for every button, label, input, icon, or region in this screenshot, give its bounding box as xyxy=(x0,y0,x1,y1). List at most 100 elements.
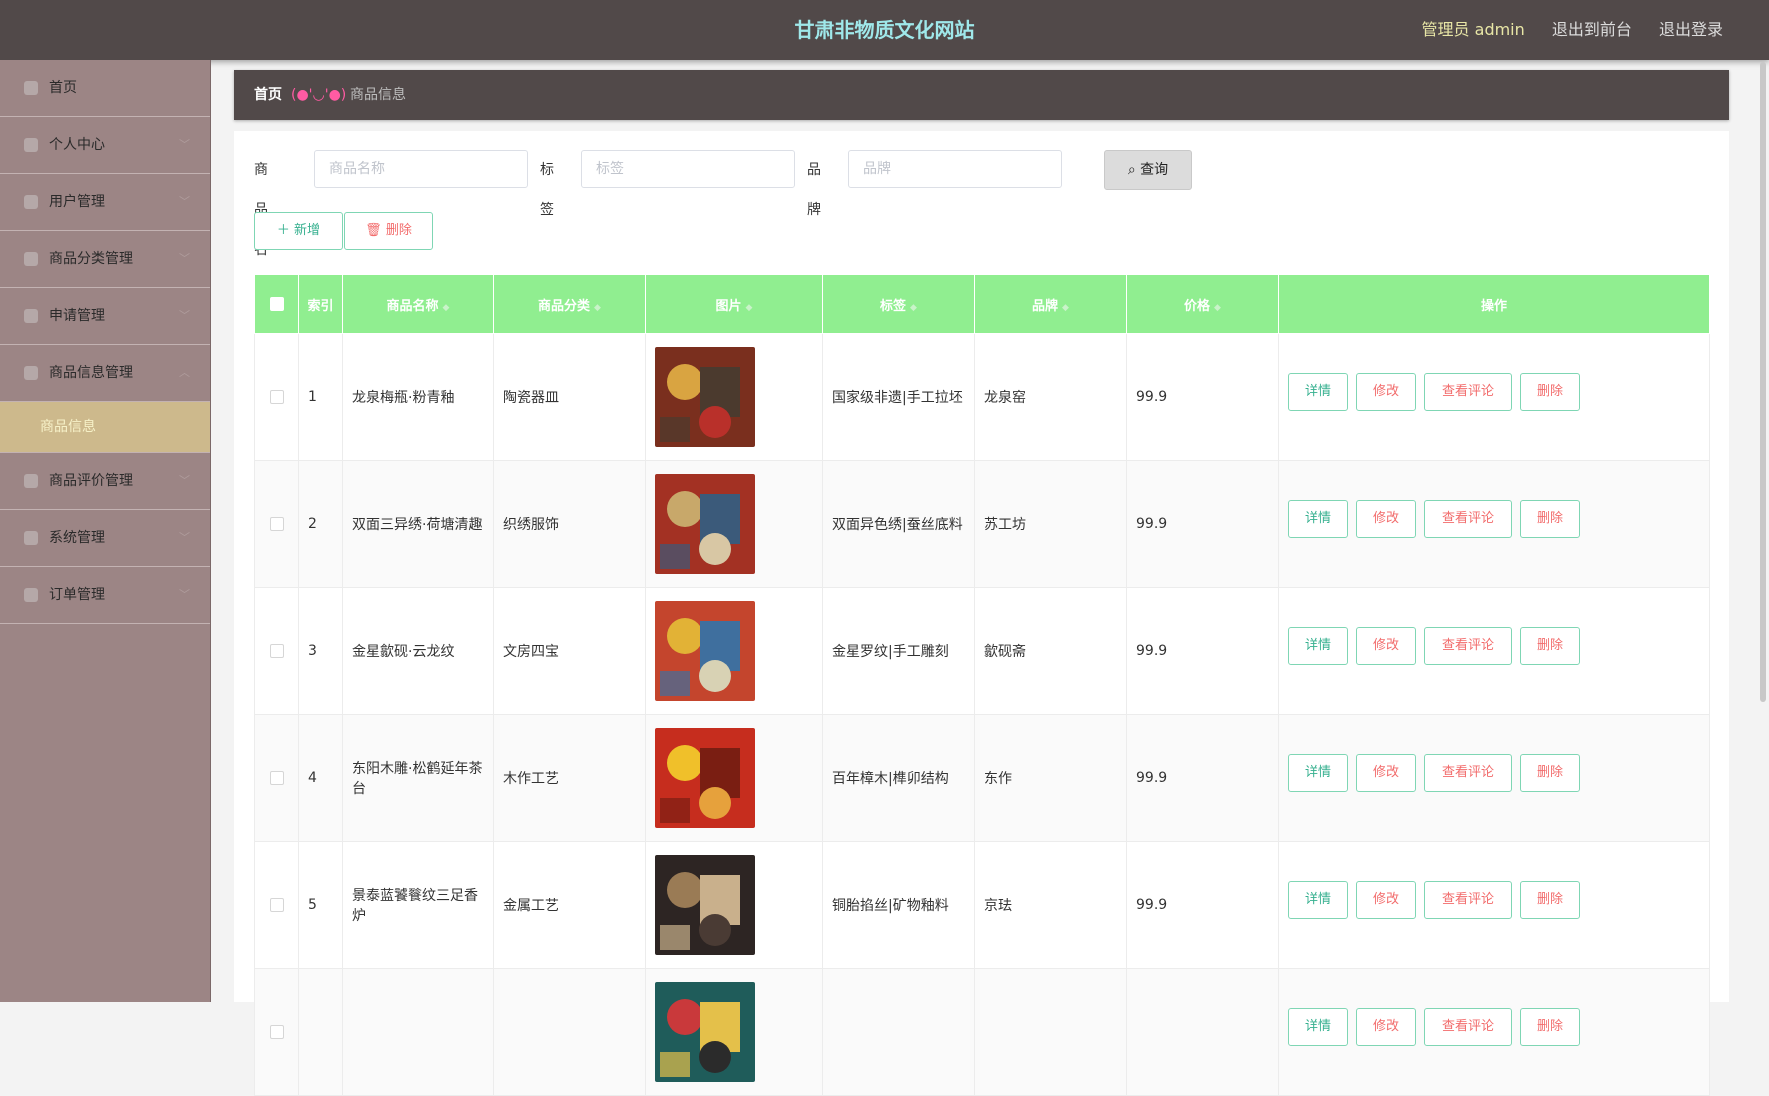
category-cell: 金属工艺 xyxy=(493,841,646,969)
operation-buttons: 详情 修改 查看评论 删除 xyxy=(1288,754,1700,802)
brand-input[interactable] xyxy=(848,150,1062,188)
edit-button[interactable]: 修改 xyxy=(1356,627,1416,665)
header-brand[interactable]: 品牌 ◆ xyxy=(974,274,1127,334)
sidebar-item-label: 申请管理 xyxy=(49,308,105,324)
detail-button[interactable]: 详情 xyxy=(1288,881,1348,919)
chevron-up-icon: ︿ xyxy=(179,366,190,379)
header-name[interactable]: 商品名称 ◆ xyxy=(342,274,494,334)
detail-button[interactable]: 详情 xyxy=(1288,754,1348,792)
name-input[interactable] xyxy=(314,150,528,188)
header-image[interactable]: 图片 ◆ xyxy=(645,274,823,334)
sidebar-item-home[interactable]: 首页 xyxy=(0,60,210,117)
chevron-down-icon: ﹀ xyxy=(179,252,190,265)
image-cell xyxy=(645,333,823,461)
sort-icon[interactable]: ◆ xyxy=(1062,303,1069,313)
detail-button[interactable]: 详情 xyxy=(1288,627,1348,665)
image-cell xyxy=(645,587,823,715)
trash-icon: 🗑 xyxy=(365,223,382,238)
view-comments-button[interactable]: 查看评论 xyxy=(1424,373,1512,411)
price-cell: 99.9 xyxy=(1126,460,1279,588)
page-scrollbar[interactable] xyxy=(1760,62,1766,702)
order-icon xyxy=(24,588,38,602)
view-comments-button[interactable]: 查看评论 xyxy=(1424,754,1512,792)
admin-label: 管理员 admin xyxy=(1421,20,1525,39)
header-select-all[interactable] xyxy=(254,274,299,334)
sidebar-item-label: 订单管理 xyxy=(49,587,105,603)
row-delete-button[interactable]: 删除 xyxy=(1520,627,1580,665)
sort-icon[interactable]: ◆ xyxy=(746,303,753,313)
users-icon xyxy=(24,195,38,209)
sidebar-item-label: 个人中心 xyxy=(49,137,105,153)
category-cell: 陶瓷器皿 xyxy=(493,333,646,461)
header-category[interactable]: 商品分类 ◆ xyxy=(493,274,646,334)
row-delete-button[interactable]: 删除 xyxy=(1520,881,1580,919)
row-delete-button[interactable]: 删除 xyxy=(1520,373,1580,411)
name-cell: 龙泉梅瓶·粉青釉 xyxy=(342,333,494,461)
sidebar-item-goods[interactable]: 商品信息管理 ︿ xyxy=(0,345,210,402)
header-tags[interactable]: 标签 ◆ xyxy=(822,274,975,334)
logout-link[interactable]: 退出登录 xyxy=(1659,20,1723,39)
detail-button[interactable]: 详情 xyxy=(1288,373,1348,411)
view-comments-button[interactable]: 查看评论 xyxy=(1424,627,1512,665)
edit-button[interactable]: 修改 xyxy=(1356,1008,1416,1046)
edit-button[interactable]: 修改 xyxy=(1356,500,1416,538)
edit-button[interactable]: 修改 xyxy=(1356,881,1416,919)
row-checkbox[interactable] xyxy=(269,390,284,404)
image-cell xyxy=(645,841,823,969)
operation-buttons: 详情 修改 查看评论 删除 xyxy=(1288,881,1700,929)
header-price[interactable]: 价格 ◆ xyxy=(1126,274,1279,334)
edit-button[interactable]: 修改 xyxy=(1356,373,1416,411)
detail-button[interactable]: 详情 xyxy=(1288,1008,1348,1046)
row-select-cell[interactable] xyxy=(254,968,299,1096)
row-checkbox[interactable] xyxy=(269,1025,284,1039)
delete-button[interactable]: 🗑 删除 xyxy=(344,212,433,250)
row-checkbox[interactable] xyxy=(269,517,284,531)
edit-button[interactable]: 修改 xyxy=(1356,754,1416,792)
row-select-cell[interactable] xyxy=(254,460,299,588)
view-comments-button[interactable]: 查看评论 xyxy=(1424,881,1512,919)
sort-icon[interactable]: ◆ xyxy=(594,303,601,313)
operations-cell: 详情 修改 查看评论 删除 xyxy=(1278,587,1710,715)
sidebar-item-users[interactable]: 用户管理 ﹀ xyxy=(0,174,210,231)
index-cell: 3 xyxy=(298,587,343,715)
row-delete-button[interactable]: 删除 xyxy=(1520,1008,1580,1046)
sidebar-item-comments[interactable]: 商品评价管理 ﹀ xyxy=(0,453,210,510)
row-select-cell[interactable] xyxy=(254,841,299,969)
comment-icon xyxy=(24,474,38,488)
sort-icon[interactable]: ◆ xyxy=(443,303,450,313)
detail-button[interactable]: 详情 xyxy=(1288,500,1348,538)
chevron-down-icon: ﹀ xyxy=(179,531,190,544)
row-checkbox[interactable] xyxy=(269,644,284,658)
row-delete-button[interactable]: 删除 xyxy=(1520,754,1580,792)
sidebar-item-apply[interactable]: 申请管理 ﹀ xyxy=(0,288,210,345)
view-comments-button[interactable]: 查看评论 xyxy=(1424,1008,1512,1046)
product-image xyxy=(655,855,755,955)
category-cell xyxy=(493,968,646,1096)
row-select-cell[interactable] xyxy=(254,587,299,715)
header-label: 图片 xyxy=(715,298,742,314)
tags-cell: 国家级非遗|手工拉坯 xyxy=(822,333,975,461)
index-cell: 2 xyxy=(298,460,343,588)
sort-icon[interactable]: ◆ xyxy=(1214,303,1221,313)
row-checkbox[interactable] xyxy=(269,771,284,785)
sidebar-item-system[interactable]: 系统管理 ﹀ xyxy=(0,510,210,567)
tag-input[interactable] xyxy=(581,150,795,188)
search-button[interactable]: ⌕ 查询 xyxy=(1104,150,1192,190)
sidebar-subitem-goods-info[interactable]: 商品信息 xyxy=(0,402,210,453)
add-button[interactable]: ＋ 新增 xyxy=(254,212,343,250)
table-row: 详情 修改 查看评论 删除 xyxy=(254,968,1710,1096)
price-cell: 99.9 xyxy=(1126,714,1279,842)
sidebar-item-orders[interactable]: 订单管理 ﹀ xyxy=(0,567,210,624)
view-comments-button[interactable]: 查看评论 xyxy=(1424,500,1512,538)
select-all-checkbox[interactable] xyxy=(269,297,284,311)
row-select-cell[interactable] xyxy=(254,333,299,461)
sidebar-item-profile[interactable]: 个人中心 ﹀ xyxy=(0,117,210,174)
sidebar-item-category[interactable]: 商品分类管理 ﹀ xyxy=(0,231,210,288)
row-delete-button[interactable]: 删除 xyxy=(1520,500,1580,538)
product-image xyxy=(655,474,755,574)
sort-icon[interactable]: ◆ xyxy=(910,303,917,313)
row-checkbox[interactable] xyxy=(269,898,284,912)
breadcrumb-home[interactable]: 首页 xyxy=(254,70,282,120)
to-front-link[interactable]: 退出到前台 xyxy=(1552,20,1632,39)
row-select-cell[interactable] xyxy=(254,714,299,842)
